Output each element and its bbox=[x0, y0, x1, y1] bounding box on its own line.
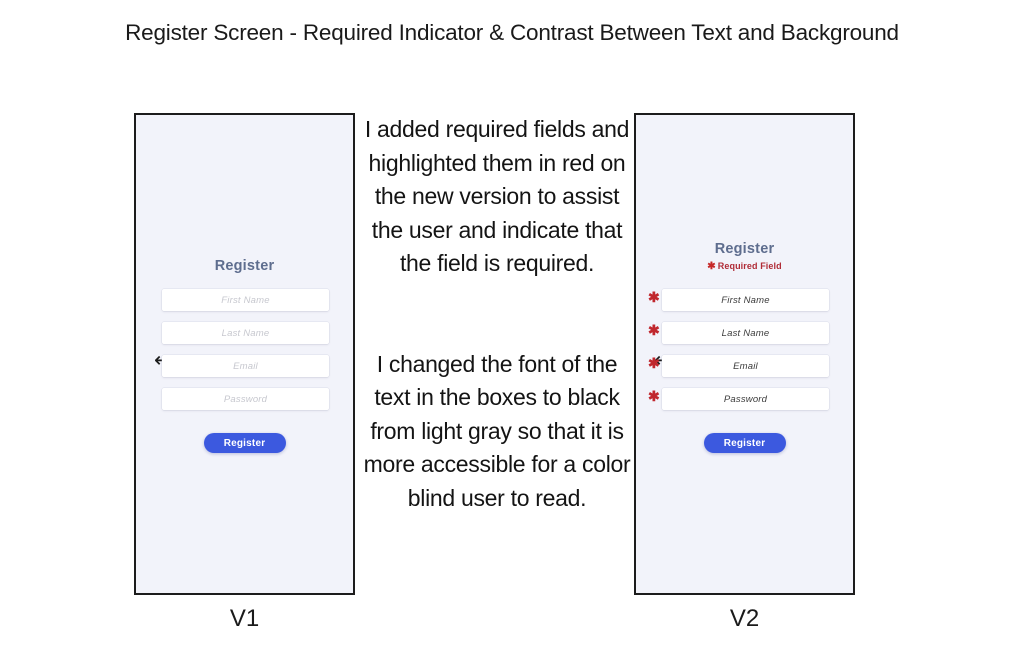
annotation-paragraph-2: I changed the font of the text in the bo… bbox=[363, 350, 631, 511]
field-row-password: Password bbox=[136, 388, 353, 410]
register-screen-v2: ← Register ✱Required Field ✱ First Name … bbox=[636, 115, 853, 593]
screen-title-v1: Register bbox=[214, 258, 275, 274]
field-row-first-name: First Name bbox=[136, 289, 353, 311]
password-placeholder: Password bbox=[223, 393, 268, 405]
field-row-email: Email bbox=[136, 355, 353, 377]
email-input[interactable]: Email bbox=[662, 355, 829, 377]
required-asterisk-icon: ✱ bbox=[648, 322, 660, 338]
register-screen-v1: ← Register First Name Last Name Email P bbox=[136, 115, 353, 593]
form-fields-v2: ✱ First Name ✱ Last Name ✱ Email ✱ Passw… bbox=[636, 289, 853, 421]
first-name-placeholder: First Name bbox=[721, 294, 770, 306]
caption-v2: V2 bbox=[729, 605, 760, 632]
phone-mockup-v1: ← Register First Name Last Name Email P bbox=[134, 113, 355, 595]
email-input[interactable]: Email bbox=[162, 355, 329, 377]
first-name-placeholder: First Name bbox=[221, 294, 270, 306]
page-title: Register Screen - Required Indicator & C… bbox=[125, 20, 899, 45]
annotations-column: I added required fields and highlighted … bbox=[363, 113, 631, 515]
field-row-password: ✱ Password bbox=[636, 388, 853, 410]
password-placeholder: Password bbox=[723, 393, 768, 405]
field-row-last-name: ✱ Last Name bbox=[636, 322, 853, 344]
first-name-input[interactable]: First Name bbox=[662, 289, 829, 311]
first-name-input[interactable]: First Name bbox=[162, 289, 329, 311]
field-row-first-name: ✱ First Name bbox=[636, 289, 853, 311]
password-input[interactable]: Password bbox=[162, 388, 329, 410]
last-name-input[interactable]: Last Name bbox=[662, 322, 829, 344]
last-name-placeholder: Last Name bbox=[221, 327, 270, 339]
required-field-legend: ✱ Required Field bbox=[636, 261, 853, 272]
asterisk-icon: ✱ bbox=[707, 261, 716, 272]
email-placeholder: Email bbox=[233, 360, 258, 372]
caption-v1: V1 bbox=[229, 605, 260, 632]
annotation-paragraph-1: I added required fields and highlighted … bbox=[364, 116, 630, 276]
password-input[interactable]: Password bbox=[662, 388, 829, 410]
last-name-input[interactable]: Last Name bbox=[162, 322, 329, 344]
required-asterisk-icon: ✱ bbox=[648, 388, 660, 404]
required-asterisk-icon: ✱ bbox=[648, 355, 660, 371]
email-placeholder: Email bbox=[733, 360, 758, 372]
required-field-legend-label: Required Field bbox=[717, 261, 782, 271]
field-row-last-name: Last Name bbox=[136, 322, 353, 344]
form-fields-v1: First Name Last Name Email Password bbox=[136, 289, 353, 421]
register-button-v2[interactable]: Register bbox=[703, 433, 786, 453]
phone-mockup-v2: ← Register ✱Required Field ✱ First Name … bbox=[634, 113, 855, 595]
required-asterisk-icon: ✱ bbox=[648, 289, 660, 305]
screen-title-v2: Register bbox=[714, 241, 775, 257]
field-row-email: ✱ Email bbox=[636, 355, 853, 377]
last-name-placeholder: Last Name bbox=[721, 327, 770, 339]
register-button-v1[interactable]: Register bbox=[203, 433, 286, 453]
